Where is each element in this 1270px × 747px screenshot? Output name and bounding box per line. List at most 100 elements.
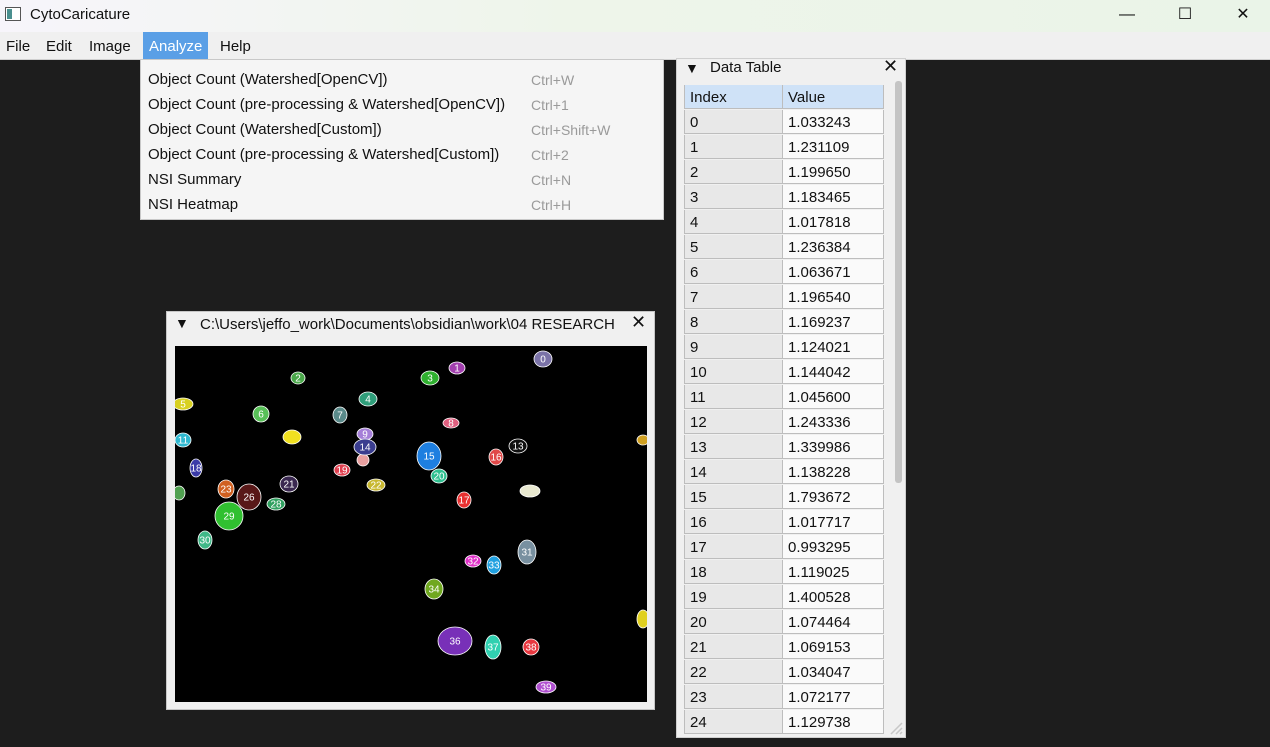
- table-row[interactable]: 6 1.063671: [684, 260, 884, 285]
- column-header-index[interactable]: Index: [684, 85, 783, 109]
- value-cell[interactable]: 1.119025: [783, 560, 884, 584]
- table-row[interactable]: 3 1.183465: [684, 185, 884, 210]
- index-cell[interactable]: 1: [684, 135, 783, 159]
- value-cell[interactable]: 1.033243: [783, 110, 884, 134]
- value-cell[interactable]: 1.045600: [783, 385, 884, 409]
- value-cell[interactable]: 1.063671: [783, 260, 884, 284]
- menu-item-preprocess-watershed-opencv[interactable]: Object Count (pre-processing & Watershed…: [141, 93, 663, 118]
- menu-item-nsi-heatmap[interactable]: NSI Heatmap Ctrl+H: [141, 193, 663, 218]
- table-row[interactable]: 7 1.196540: [684, 285, 884, 310]
- value-cell[interactable]: 1.243336: [783, 410, 884, 434]
- value-cell[interactable]: 1.072177: [783, 685, 884, 709]
- menu-item-nsi-summary[interactable]: NSI Summary Ctrl+N: [141, 168, 663, 193]
- value-cell[interactable]: 1.793672: [783, 485, 884, 509]
- value-cell[interactable]: 1.236384: [783, 235, 884, 259]
- index-cell[interactable]: 5: [684, 235, 783, 259]
- index-cell[interactable]: 6: [684, 260, 783, 284]
- index-cell[interactable]: 9: [684, 335, 783, 359]
- index-cell[interactable]: 8: [684, 310, 783, 334]
- table-row[interactable]: 1 1.231109: [684, 135, 884, 160]
- cell-blob: [356, 453, 370, 467]
- value-cell[interactable]: 1.199650: [783, 160, 884, 184]
- collapse-icon[interactable]: ▼: [175, 315, 189, 331]
- table-row[interactable]: 0 1.033243: [684, 110, 884, 135]
- maximize-button[interactable]: ☐: [1156, 0, 1214, 32]
- index-cell[interactable]: 12: [684, 410, 783, 434]
- value-cell[interactable]: 1.069153: [783, 635, 884, 659]
- table-row[interactable]: 4 1.017818: [684, 210, 884, 235]
- menu-image[interactable]: Image: [83, 32, 137, 59]
- index-cell[interactable]: 11: [684, 385, 783, 409]
- table-row[interactable]: 5 1.236384: [684, 235, 884, 260]
- close-icon[interactable]: ✕: [631, 312, 646, 333]
- value-cell[interactable]: 1.017818: [783, 210, 884, 234]
- minimize-button[interactable]: —: [1098, 0, 1156, 32]
- index-cell[interactable]: 2: [684, 160, 783, 184]
- table-row[interactable]: 12 1.243336: [684, 410, 884, 435]
- value-cell[interactable]: 1.339986: [783, 435, 884, 459]
- menu-edit[interactable]: Edit: [40, 32, 78, 59]
- table-row[interactable]: 24 1.129738: [684, 710, 884, 735]
- resize-grip-icon[interactable]: [887, 719, 903, 735]
- title-bar: CytoCaricature — ☐ ✕: [0, 0, 1270, 32]
- index-cell[interactable]: 16: [684, 510, 783, 534]
- index-cell[interactable]: 20: [684, 610, 783, 634]
- index-cell[interactable]: 10: [684, 360, 783, 384]
- index-cell[interactable]: 4: [684, 210, 783, 234]
- menu-item-watershed-custom[interactable]: Object Count (Watershed[Custom]) Ctrl+Sh…: [141, 118, 663, 143]
- menu-help[interactable]: Help: [214, 32, 257, 59]
- table-row[interactable]: 13 1.339986: [684, 435, 884, 460]
- value-cell[interactable]: 1.124021: [783, 335, 884, 359]
- index-cell[interactable]: 23: [684, 685, 783, 709]
- index-cell[interactable]: 0: [684, 110, 783, 134]
- collapse-icon[interactable]: ▼: [685, 60, 699, 76]
- index-cell[interactable]: 17: [684, 535, 783, 559]
- table-row[interactable]: 11 1.045600: [684, 385, 884, 410]
- value-cell[interactable]: 1.231109: [783, 135, 884, 159]
- value-cell[interactable]: 1.138228: [783, 460, 884, 484]
- index-cell[interactable]: 19: [684, 585, 783, 609]
- table-row[interactable]: 17 0.993295: [684, 535, 884, 560]
- value-cell[interactable]: 1.074464: [783, 610, 884, 634]
- table-row[interactable]: 9 1.124021: [684, 335, 884, 360]
- index-cell[interactable]: 21: [684, 635, 783, 659]
- index-cell[interactable]: 15: [684, 485, 783, 509]
- cell-1: 1: [448, 361, 466, 375]
- index-cell[interactable]: 24: [684, 710, 783, 734]
- vertical-scrollbar[interactable]: [895, 81, 902, 483]
- menu-analyze[interactable]: Analyze: [143, 32, 209, 59]
- index-cell[interactable]: 7: [684, 285, 783, 309]
- value-cell[interactable]: 1.129738: [783, 710, 884, 734]
- table-row[interactable]: 2 1.199650: [684, 160, 884, 185]
- value-cell[interactable]: 1.400528: [783, 585, 884, 609]
- value-cell[interactable]: 1.169237: [783, 310, 884, 334]
- menu-file[interactable]: File: [0, 32, 36, 59]
- value-cell[interactable]: 1.034047: [783, 660, 884, 684]
- index-cell[interactable]: 22: [684, 660, 783, 684]
- index-cell[interactable]: 3: [684, 185, 783, 209]
- index-cell[interactable]: 13: [684, 435, 783, 459]
- table-row[interactable]: 10 1.144042: [684, 360, 884, 385]
- table-row[interactable]: 14 1.138228: [684, 460, 884, 485]
- table-row[interactable]: 8 1.169237: [684, 310, 884, 335]
- close-button[interactable]: ✕: [1214, 0, 1270, 32]
- menu-item-preprocess-watershed-custom[interactable]: Object Count (pre-processing & Watershed…: [141, 143, 663, 168]
- table-row[interactable]: 21 1.069153: [684, 635, 884, 660]
- menu-item-watershed-opencv[interactable]: Object Count (Watershed[OpenCV]) Ctrl+W: [141, 68, 663, 93]
- table-row[interactable]: 22 1.034047: [684, 660, 884, 685]
- value-cell[interactable]: 1.017717: [783, 510, 884, 534]
- value-cell[interactable]: 0.993295: [783, 535, 884, 559]
- value-cell[interactable]: 1.144042: [783, 360, 884, 384]
- table-row[interactable]: 19 1.400528: [684, 585, 884, 610]
- table-row[interactable]: 16 1.017717: [684, 510, 884, 535]
- close-icon[interactable]: ✕: [883, 59, 898, 77]
- table-row[interactable]: 23 1.072177: [684, 685, 884, 710]
- table-row[interactable]: 18 1.119025: [684, 560, 884, 585]
- table-row[interactable]: 15 1.793672: [684, 485, 884, 510]
- table-row[interactable]: 20 1.074464: [684, 610, 884, 635]
- index-cell[interactable]: 18: [684, 560, 783, 584]
- value-cell[interactable]: 1.196540: [783, 285, 884, 309]
- value-cell[interactable]: 1.183465: [783, 185, 884, 209]
- index-cell[interactable]: 14: [684, 460, 783, 484]
- column-header-value[interactable]: Value: [783, 85, 884, 109]
